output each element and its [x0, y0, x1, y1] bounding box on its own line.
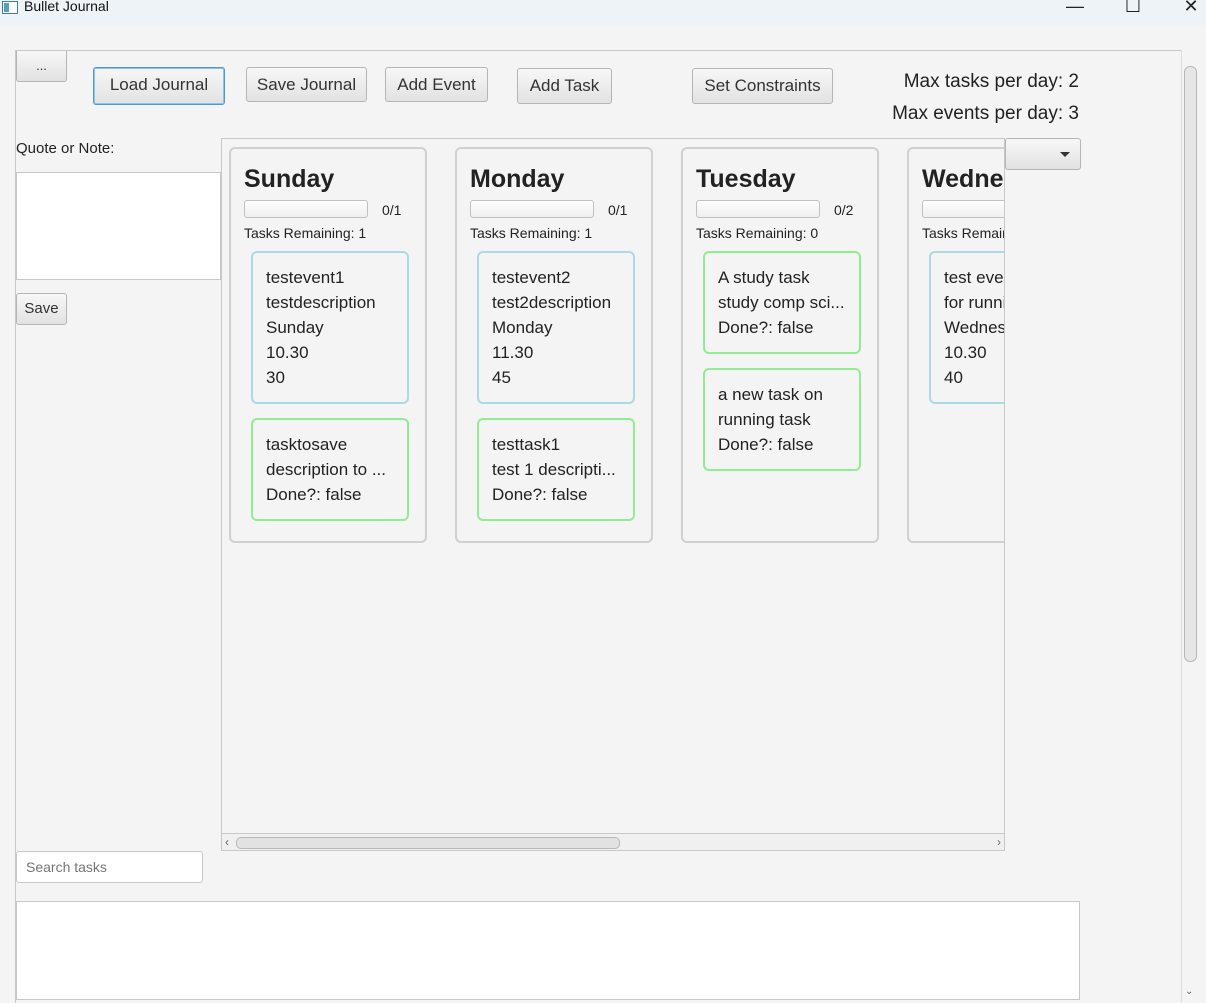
minimize-icon[interactable]: —: [1052, 0, 1098, 18]
task-line: study comp sci...: [718, 293, 845, 312]
close-icon[interactable]: ✕: [1168, 0, 1206, 18]
vertical-scrollbar[interactable]: ⌄: [1181, 50, 1198, 1002]
window-title: Bullet Journal: [24, 0, 109, 14]
menu-button[interactable]: ...: [16, 51, 67, 82]
day-progress-bar: [922, 200, 1004, 218]
app-icon: [2, 1, 18, 14]
event-line: test2description: [492, 293, 612, 312]
day-title: Sunday: [244, 165, 335, 193]
event-card[interactable]: test event for running Wednesday 10.30 40: [929, 251, 1005, 404]
note-textarea[interactable]: [16, 172, 221, 280]
event-line: Sunday: [266, 318, 324, 337]
task-results-area[interactable]: [16, 901, 1080, 1000]
horizontal-scroll-thumb[interactable]: [236, 837, 620, 849]
task-card[interactable]: tasktosave description to ... Done?: false: [251, 418, 409, 521]
chevron-down-icon: [1060, 152, 1070, 157]
task-line: running task: [718, 410, 811, 429]
day-column: Monday 0/1 Tasks Remaining: 1 testevent2 tes…: [455, 147, 653, 543]
task-card[interactable]: testtask1 test 1 descripti... Done?: false: [477, 418, 635, 521]
day-task-ratio: 0/1: [608, 202, 628, 218]
task-card[interactable]: a new task on running task Done?: false: [703, 368, 861, 471]
day-task-ratio: 0/1: [382, 202, 402, 218]
week-start-dropdown[interactable]: [1005, 138, 1081, 170]
day-column: Sunday 0/1 Tasks Remaining: 1 testevent1 tes…: [229, 147, 427, 543]
title-bar: Bullet Journal — ☐ ✕: [0, 0, 1206, 26]
day-title: Monday: [470, 165, 565, 193]
event-line: Wednesday: [944, 318, 1005, 337]
search-input[interactable]: [16, 851, 203, 883]
day-title: Wednesday: [922, 165, 1004, 193]
task-line: a new task on: [718, 385, 823, 404]
note-label: Quote or Note:: [16, 140, 115, 157]
day-progress-bar: [244, 200, 368, 218]
day-column: Wednesday Tasks Remaining test event for ru…: [907, 147, 1005, 543]
event-line: for running: [944, 293, 1004, 312]
event-line: testevent1: [266, 268, 345, 287]
load-journal-button[interactable]: Load Journal: [93, 67, 225, 105]
horizontal-scrollbar[interactable]: ‹ ›: [221, 833, 1005, 851]
event-line: test event: [944, 268, 1004, 287]
event-line: 45: [492, 368, 511, 387]
task-line: testtask1: [492, 435, 561, 454]
tasks-remaining-label: Tasks Remaining: 1: [470, 225, 593, 241]
max-events-label: Max events per day: 3: [892, 103, 1079, 124]
task-line: Done?: false: [492, 485, 588, 504]
task-card[interactable]: A study task study comp sci... Done?: fals…: [703, 251, 861, 354]
day-task-ratio: 0/2: [834, 202, 854, 218]
day-progress-bar: [696, 200, 820, 218]
event-line: 40: [944, 368, 963, 387]
vertical-scroll-thumb[interactable]: [1184, 66, 1197, 662]
day-title: Tuesday: [696, 165, 796, 193]
event-line: 10.30: [944, 343, 987, 362]
task-line: Done?: false: [718, 318, 814, 337]
tasks-remaining-label: Tasks Remaining: [922, 225, 1004, 241]
scroll-left-icon[interactable]: ‹: [225, 835, 229, 849]
scroll-down-icon[interactable]: ⌄: [1185, 986, 1193, 997]
task-line: Done?: false: [266, 485, 362, 504]
event-line: 11.30: [492, 343, 534, 362]
task-line: test 1 descripti...: [492, 460, 616, 479]
task-line: tasktosave: [266, 435, 348, 454]
day-progress-bar: [470, 200, 594, 218]
set-constraints-button[interactable]: Set Constraints: [692, 68, 833, 104]
event-line: testdescription: [266, 293, 376, 312]
max-tasks-label: Max tasks per day: 2: [903, 71, 1079, 92]
tasks-remaining-label: Tasks Remaining: 0: [696, 225, 819, 241]
event-line: Monday: [492, 318, 553, 337]
event-card[interactable]: testevent2 test2description Monday 11.30 45: [477, 251, 635, 404]
tasks-remaining-label: Tasks Remaining: 1: [244, 225, 367, 241]
week-view[interactable]: Sunday 0/1 Tasks Remaining: 1 testevent1 tes…: [221, 138, 1005, 836]
scroll-right-icon[interactable]: ›: [997, 835, 1001, 849]
save-journal-button[interactable]: Save Journal: [246, 67, 367, 102]
task-line: A study task: [718, 268, 810, 287]
task-line: description to ...: [266, 460, 387, 479]
event-line: 10.30: [266, 343, 309, 362]
add-event-button[interactable]: Add Event: [385, 67, 488, 102]
maximize-icon[interactable]: ☐: [1110, 0, 1156, 18]
task-line: Done?: false: [718, 435, 814, 454]
event-card[interactable]: testevent1 testdescription Sunday 10.30 30: [251, 251, 409, 404]
note-save-button[interactable]: Save: [16, 293, 67, 325]
event-line: 30: [266, 368, 285, 387]
event-line: testevent2: [492, 268, 571, 287]
add-task-button[interactable]: Add Task: [517, 68, 612, 104]
day-column: Tuesday 0/2 Tasks Remaining: 0 A study task…: [681, 147, 879, 543]
